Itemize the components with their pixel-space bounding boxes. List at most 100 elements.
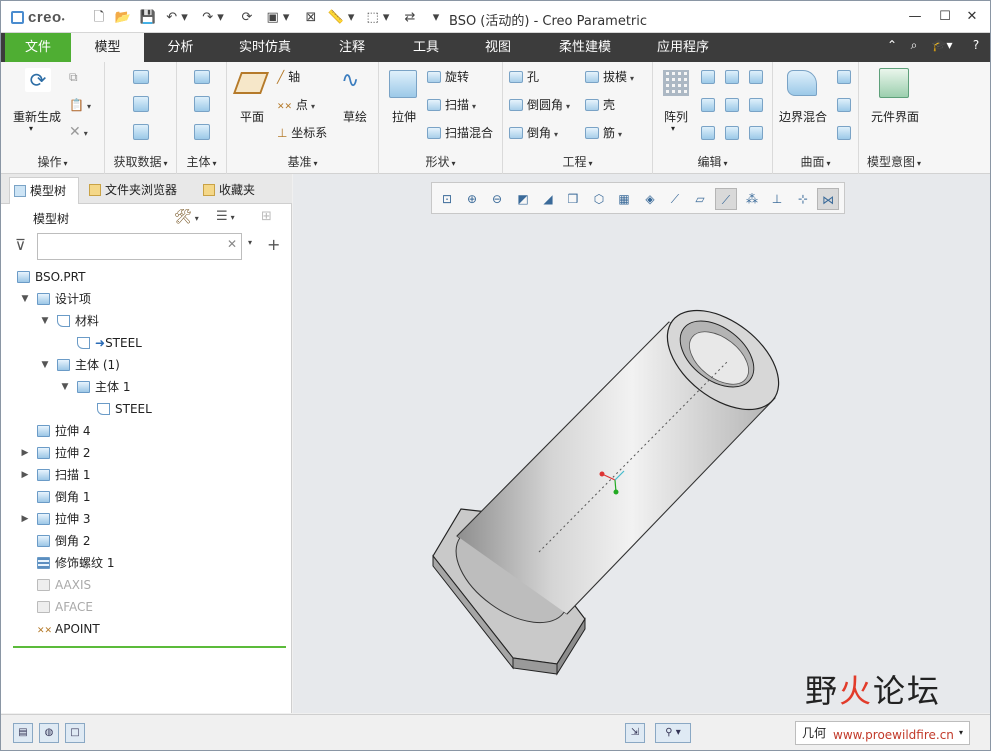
close-button[interactable]: ✕ [961,7,983,27]
tree-item-body1[interactable]: 主体 1 [77,377,130,397]
tab-analysis[interactable]: 分析 [144,33,217,62]
tree-item-design-items[interactable]: 设计项 [37,289,91,309]
regenerate-icon[interactable]: ⟳ [237,9,257,27]
shapes-group-label[interactable]: 形状 ▾ [379,153,502,170]
tree-item-aface[interactable]: AFACE [37,597,93,617]
merge-icon[interactable] [725,70,739,84]
clear-search-icon[interactable]: ✕ [227,237,237,251]
datum-group-label[interactable]: 基准 ▾ [227,153,378,170]
tree-item-extrude2[interactable]: 拉伸 2 [37,443,90,463]
revolve-button[interactable]: 旋转 [427,68,469,85]
open-folder-icon[interactable]: 📂 [114,9,132,27]
tree-item-chamfer2[interactable]: 倒角 2 [37,531,90,551]
component-interface-button[interactable]: 元件界面 [865,108,925,125]
tab-tools[interactable]: 工具 [391,33,461,62]
maximize-button[interactable]: ☐ [934,7,956,27]
full-screen-icon[interactable]: □ [65,723,85,743]
shrinkwrap-icon[interactable] [133,124,149,140]
tab-flexible-modeling[interactable]: 柔性建模 [541,33,629,62]
tree-settings-icon[interactable]: 🛠 ▾ [174,209,199,225]
tree-item-cosmetic-thread1[interactable]: 修饰螺纹 1 [37,553,114,573]
split-body-icon[interactable] [194,96,210,112]
collapse-ribbon-icon[interactable]: ⌃ [883,38,901,52]
tab-model-tree[interactable]: 模型树 [9,177,79,204]
round-button[interactable]: 倒圆角 ▾ [509,96,570,113]
chamfer-button[interactable]: 倒角 ▾ [509,124,558,141]
extrude-button[interactable]: 拉伸 [387,108,421,125]
measure-icon[interactable]: 📏 ▾ [327,9,355,27]
tree-search-input[interactable] [37,233,242,260]
tree-item-apoint[interactable]: ✕✕ APOINT [37,619,100,639]
trim-icon[interactable] [701,98,715,112]
expand-sweep1-icon[interactable]: ▶ [19,465,31,485]
save-icon[interactable]: 💾 [139,9,157,27]
quick-access-dropdown-icon[interactable]: ▾ [429,9,443,27]
graphics-area[interactable]: ⊡ ⊕ ⊖ ◩ ◢ ❒ ⬡ ▦ ◈ ⟋ ▱ ⟋ ⁂ ⊥ ⊹ ⋈ [293,174,990,713]
copy-geometry-icon[interactable] [133,96,149,112]
insert-here-marker[interactable] [13,646,286,648]
intersect-icon[interactable] [701,126,715,140]
tab-file[interactable]: 文件 [5,33,71,62]
thicken-icon[interactable] [725,126,739,140]
engineering-group-label[interactable]: 工程 ▾ [503,153,652,170]
expand-design-items-icon[interactable]: ▼ [19,289,31,309]
csys-button[interactable]: ⊥ 坐标系 [277,124,327,141]
point-button[interactable]: ✕✕ 点 ▾ [277,96,315,113]
freestyle-icon[interactable] [837,126,851,140]
tab-view[interactable]: 视图 [463,33,533,62]
fill-icon[interactable] [837,70,851,84]
body-group-label[interactable]: 主体 ▾ [177,153,226,170]
new-body-icon[interactable] [194,124,210,140]
regenerate-dropdown-icon[interactable]: ▾ [29,124,33,133]
swept-blend-button[interactable]: 扫描混合 [427,124,493,141]
operations-group-label[interactable]: 操作 ▾ [1,153,104,170]
draft-button[interactable]: 拔模 ▾ [585,68,634,85]
hat-icon[interactable]: 🎓▾ [929,38,955,52]
pattern-button[interactable]: 阵列 [661,108,691,125]
select-icon[interactable]: ⬚ ▾ [363,9,393,27]
user-defined-feature-icon[interactable] [133,70,149,84]
minimize-button[interactable]: — [904,7,926,27]
sketch-button[interactable]: 草绘 [337,108,373,125]
toggle-navigator-icon[interactable]: ▤ [13,723,33,743]
tree-item-extrude4[interactable]: 拉伸 4 [37,421,90,441]
hole-button[interactable]: 孔 [509,68,539,85]
editing-group-label[interactable]: 编辑 ▾ [653,153,772,170]
surfaces-group-label[interactable]: 曲面 ▾ [773,153,858,170]
tree-item-bodies[interactable]: 主体 (1) [57,355,120,375]
copy-icon[interactable]: ⧉ [69,70,78,85]
tree-item-aaxis[interactable]: AAXIS [37,575,91,595]
toggle-browser-icon[interactable]: ◍ [39,723,59,743]
show-columns-icon[interactable]: ☰ ▾ [216,209,235,224]
project-icon[interactable] [749,70,763,84]
regenerate-button[interactable]: 重新生成 [7,108,67,125]
undo-icon[interactable]: ↶ ▾ [163,9,191,27]
offset-icon[interactable] [749,98,763,112]
expand-extrude2-icon[interactable]: ▶ [19,443,31,463]
tree-item-chamfer1[interactable]: 倒角 1 [37,487,90,507]
redo-icon[interactable]: ↷ ▾ [199,9,227,27]
add-filter-icon[interactable]: + [267,235,280,254]
extend-icon[interactable] [725,98,739,112]
tab-annotate[interactable]: 注释 [316,33,388,62]
pattern-dropdown-icon[interactable]: ▾ [671,124,675,133]
tree-item-extrude3[interactable]: 拉伸 3 [37,509,90,529]
new-file-icon[interactable]: 🗋 [91,9,107,27]
tree-item-bso-prt[interactable]: BSO.PRT [17,267,85,287]
body-icon[interactable] [194,70,210,84]
boundary-blend-button[interactable]: 边界混合 [777,108,829,125]
shell-button[interactable]: 壳 [585,96,615,113]
plane-button[interactable]: 平面 [235,108,269,125]
smart-select-icon[interactable]: ⇲ [625,723,645,743]
model-intent-group-label[interactable]: 模型意图 ▾ [859,153,929,170]
windows-icon[interactable]: ▣ ▾ [263,9,293,27]
axis-button[interactable]: ╱ 轴 [277,68,300,85]
tree-item-material-steel[interactable]: ➜STEEL [77,333,142,353]
tab-live-simulation[interactable]: 实时仿真 [221,33,309,62]
expand-bodies-icon[interactable]: ▼ [39,355,51,375]
tree-item-sweep1[interactable]: 扫描 1 [37,465,90,485]
mirror-icon[interactable] [701,70,715,84]
help-icon[interactable]: ? [967,38,985,52]
get-data-group-label[interactable]: 获取数据 ▾ [105,153,176,170]
tab-applications[interactable]: 应用程序 [637,33,729,62]
